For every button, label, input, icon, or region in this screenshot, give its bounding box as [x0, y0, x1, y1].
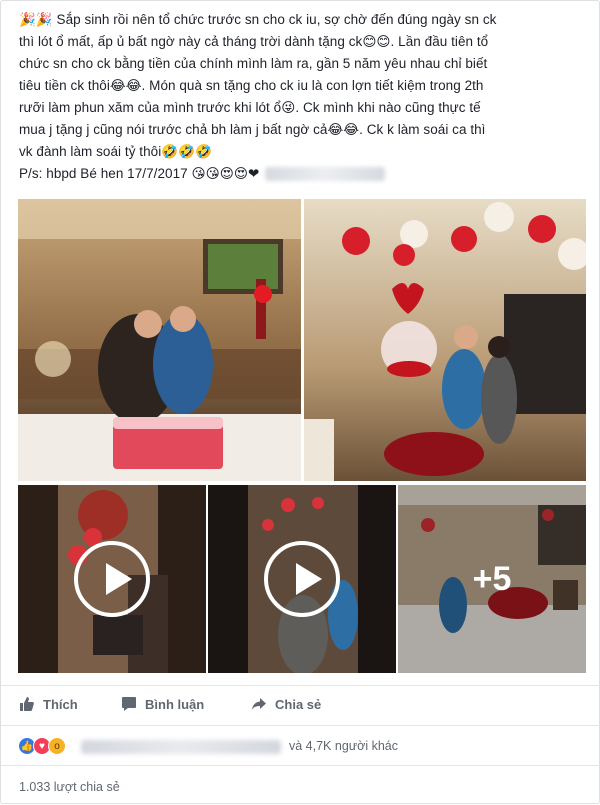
video-thumbnail-2[interactable] [208, 485, 396, 673]
share-count[interactable]: 1.033 lượt chia sẻ [19, 780, 120, 794]
action-bar: Thích Bình luận Chia sẻ [1, 685, 600, 723]
blurred-tag [265, 167, 386, 182]
reaction-count[interactable]: và 4,7K người khác [289, 739, 398, 753]
blurred-reactor-names [81, 740, 281, 754]
post-text-line: tiêu tiền ck thôi😂😂. Món quà sn tặng cho… [19, 78, 484, 93]
post-text-line: P/s: hbpd Bé hen 17/7/2017 😘😘😍😍❤ [19, 163, 589, 185]
facebook-post: 🎉🎉 Sắp sinh rồi nên tổ chức trước sn cho… [0, 0, 600, 804]
post-text-line: 🎉🎉 Sắp sinh rồi nên tổ chức trước sn cho… [19, 12, 497, 27]
photo-couple-balloons[interactable] [304, 199, 586, 481]
shares-bar: 1.033 lượt chia sẻ [1, 765, 600, 805]
post-text-line: vk đành làm soái tỷ thôi🤣🤣🤣 [19, 144, 212, 159]
like-label: Thích [43, 696, 78, 712]
share-button[interactable]: Chia sẻ [251, 696, 321, 712]
post-text-line: thì lót ổ mất, ấp ủ bất ngờ này cả tháng… [19, 34, 489, 49]
photo-grid: +5 [18, 199, 586, 673]
reaction-icons[interactable]: 👍 ♥ o [18, 737, 66, 755]
video-thumbnail-1[interactable] [18, 485, 206, 673]
share-icon [252, 698, 266, 710]
like-button[interactable]: Thích [19, 696, 78, 712]
play-icon[interactable] [264, 541, 340, 617]
post-text-line: mua j tặng j cũng nói trước chả bh làm j… [19, 122, 486, 137]
post-text-line: chức sn cho ck bằng tiền của chính mình … [19, 56, 488, 71]
comment-button[interactable]: Bình luận [121, 696, 204, 712]
post-text: 🎉🎉 Sắp sinh rồi nên tổ chức trước sn cho… [19, 9, 589, 185]
photo-couple-cake[interactable] [18, 199, 301, 481]
thumbs-up-icon [20, 697, 34, 711]
photo-more[interactable]: +5 [398, 485, 586, 673]
wow-reaction-icon: o [48, 737, 66, 755]
play-icon[interactable] [74, 541, 150, 617]
comment-icon [122, 697, 136, 711]
share-label: Chia sẻ [275, 696, 322, 712]
comment-label: Bình luận [145, 696, 205, 712]
more-photos-count[interactable]: +5 [398, 485, 586, 673]
ps-text: P/s: hbpd Bé hen 17/7/2017 😘😘😍😍❤ [19, 166, 260, 181]
reactions-bar: 👍 ♥ o và 4,7K người khác [1, 725, 600, 765]
post-text-line: rưỡi làm phun xăm của mình trước khi lót… [19, 100, 481, 115]
